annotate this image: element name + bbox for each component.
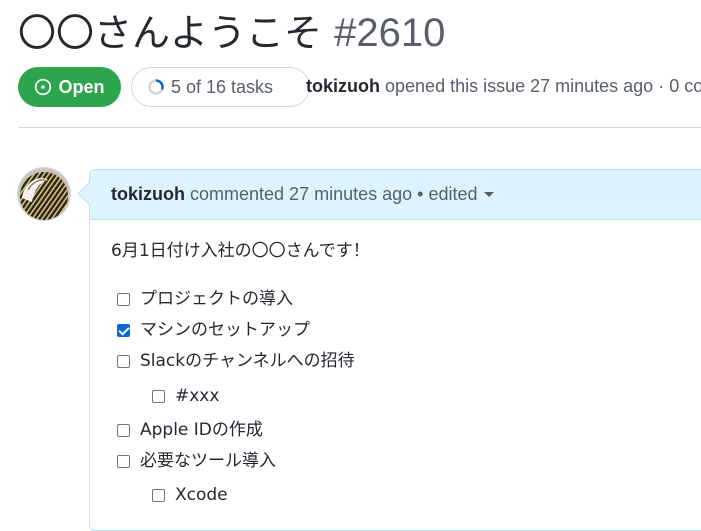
task-checkbox[interactable] <box>117 323 130 337</box>
header-divider <box>18 127 701 128</box>
task-label: Xcode <box>175 485 228 505</box>
issue-state-badge: Open <box>18 67 121 107</box>
task-item[interactable]: #xxx <box>152 384 219 408</box>
issue-author-link[interactable]: tokizuoh <box>306 76 380 96</box>
issue-state-label: Open <box>58 76 105 97</box>
issue-meta: tokizuoh opened this issue 27 minutes ag… <box>306 74 701 98</box>
avatar[interactable] <box>18 168 70 220</box>
task-checkbox[interactable] <box>117 423 130 437</box>
task-label: マシンのセットアップ <box>140 320 310 340</box>
task-item[interactable]: Slackのチャンネルへの招待 <box>117 349 355 373</box>
issue-opened-text: opened this issue 27 minutes ago · 0 co <box>385 76 701 96</box>
task-label: #xxx <box>175 386 220 406</box>
issue-title-text: 〇〇さんようこそ <box>18 11 323 55</box>
comment-caret <box>77 181 102 206</box>
task-label: Apple IDの作成 <box>140 420 263 440</box>
task-item[interactable]: 必要なツール導入 <box>117 449 276 473</box>
task-checkbox[interactable] <box>117 354 130 368</box>
avatar-image <box>18 168 70 220</box>
task-checkbox[interactable] <box>117 454 130 468</box>
task-label: プロジェクトの導入 <box>140 289 293 309</box>
task-item[interactable]: プロジェクトの導入 <box>117 287 293 311</box>
task-item[interactable]: Apple IDの作成 <box>117 418 263 442</box>
issue-title: 〇〇さんようこそ #2610 <box>18 8 445 58</box>
comment-header: tokizuoh commented 27 minutes ago • edit… <box>77 170 701 220</box>
task-checkbox[interactable] <box>152 488 165 502</box>
comment-meta-text: commented 27 minutes ago • edited <box>190 184 478 204</box>
comment-intro: 6月1日付け入社の〇〇さんです！ <box>111 241 370 261</box>
task-checkbox[interactable] <box>117 292 130 306</box>
comment-author-link[interactable]: tokizuoh <box>111 184 185 204</box>
comment-header-text: tokizuoh commented 27 minutes ago • edit… <box>111 182 494 206</box>
task-item[interactable]: マシンのセットアップ <box>117 318 310 342</box>
issue-opened-icon <box>35 78 52 96</box>
issue-number: #2610 <box>334 11 446 55</box>
task-item[interactable]: Xcode <box>152 483 228 507</box>
chevron-down-icon[interactable] <box>483 192 494 197</box>
progress-ring-icon <box>148 79 164 95</box>
tasks-progress-pill[interactable]: 5 of 16 tasks <box>131 67 310 107</box>
task-label: Slackのチャンネルへの招待 <box>140 351 355 371</box>
tasks-progress-text: 5 of 16 tasks <box>171 76 274 97</box>
task-label: 必要なツール導入 <box>140 451 276 471</box>
task-checkbox[interactable] <box>152 389 165 403</box>
